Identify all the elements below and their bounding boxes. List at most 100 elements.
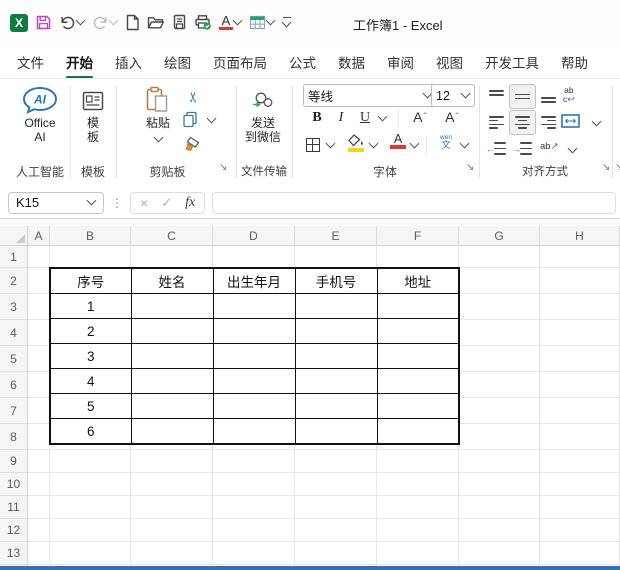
cell-A7[interactable]: [28, 398, 50, 424]
cell-B1[interactable]: [50, 246, 131, 268]
formula-bar-handle-icon[interactable]: ⋮: [111, 196, 123, 210]
clipboard-dialog-launcher-icon[interactable]: ↘: [219, 163, 227, 173]
table-cell-r5c1[interactable]: [130, 343, 214, 369]
cell-H10[interactable]: [540, 473, 620, 496]
table-header-2[interactable]: 出生年月: [212, 267, 296, 294]
cell-A10[interactable]: [28, 473, 50, 496]
redo-dropdown-icon[interactable]: [108, 15, 119, 26]
table-header-4[interactable]: 地址: [376, 267, 460, 294]
row-header-6[interactable]: 6: [0, 372, 28, 398]
cell-G6[interactable]: [459, 372, 540, 398]
align-right-button[interactable]: [541, 116, 556, 129]
save-icon[interactable]: [35, 12, 52, 34]
menu-tab-4[interactable]: 页面布局: [213, 52, 267, 72]
align-top-button[interactable]: [489, 90, 504, 103]
cell-B13[interactable]: [50, 542, 131, 565]
row-header-13[interactable]: 13: [0, 542, 28, 565]
table-header-3[interactable]: 手机号: [294, 267, 378, 294]
cell-A2[interactable]: [28, 268, 50, 294]
cell-H9[interactable]: [540, 450, 620, 473]
table-cell-r7c0[interactable]: 5: [49, 393, 132, 419]
cell-E10[interactable]: [295, 473, 377, 496]
table-cell-r4c3[interactable]: [294, 318, 378, 344]
cell-E13[interactable]: [295, 542, 377, 565]
table-style-dropdown-icon[interactable]: [265, 15, 276, 26]
cell-C9[interactable]: [131, 450, 213, 473]
wrap-text-button[interactable]: ab c↩: [563, 86, 575, 104]
table-cell-r6c2[interactable]: [212, 368, 296, 394]
cell-B10[interactable]: [50, 473, 131, 496]
cell-G3[interactable]: [459, 294, 540, 320]
copy-icon[interactable]: [181, 110, 199, 128]
menu-tab-3[interactable]: 绘图: [164, 52, 191, 72]
table-cell-r5c2[interactable]: [212, 343, 296, 369]
quick-print-icon[interactable]: [194, 12, 212, 34]
cell-A4[interactable]: [28, 320, 50, 346]
cell-H6[interactable]: [540, 372, 620, 398]
increase-indent-button[interactable]: →: [512, 142, 532, 155]
row-header-11[interactable]: 11: [0, 496, 28, 519]
table-cell-r3c2[interactable]: [212, 293, 296, 319]
format-painter-icon[interactable]: [183, 135, 201, 153]
table-cell-r8c2[interactable]: [212, 418, 296, 445]
cell-C12[interactable]: [131, 519, 213, 542]
underline-button[interactable]: U: [360, 110, 370, 126]
menu-tab-5[interactable]: 公式: [289, 52, 316, 72]
new-file-icon[interactable]: [125, 12, 140, 34]
open-folder-icon[interactable]: [147, 12, 165, 34]
borders-button[interactable]: [305, 137, 321, 153]
office-ai-button[interactable]: AI Office AI: [12, 85, 68, 144]
table-cell-r7c1[interactable]: [130, 393, 214, 419]
cell-H8[interactable]: [540, 424, 620, 450]
menu-tab-2[interactable]: 插入: [115, 52, 142, 72]
cell-C1[interactable]: [131, 246, 213, 268]
cut-icon[interactable]: ✂: [183, 87, 203, 107]
row-header-9[interactable]: 9: [0, 450, 28, 473]
cell-G9[interactable]: [459, 450, 540, 473]
row-header-3[interactable]: 3: [0, 294, 28, 320]
cell-H1[interactable]: [540, 246, 620, 268]
shrink-font-button[interactable]: A ˇ: [440, 106, 464, 128]
fill-color-dropdown-icon[interactable]: [368, 138, 379, 149]
menu-tab-8[interactable]: 视图: [436, 52, 463, 72]
table-cell-r3c4[interactable]: [376, 293, 460, 319]
menu-tab-7[interactable]: 审阅: [387, 52, 414, 72]
cell-D1[interactable]: [213, 246, 295, 268]
phonetic-button[interactable]: wén 文: [436, 134, 456, 151]
table-cell-r3c0[interactable]: 1: [49, 293, 132, 319]
name-box[interactable]: K15: [8, 191, 104, 214]
row-header-4[interactable]: 4: [0, 320, 28, 346]
table-cell-r4c4[interactable]: [376, 318, 460, 344]
grow-font-button[interactable]: A ˆ: [408, 106, 432, 128]
enter-button[interactable]: ✓: [161, 195, 172, 211]
undo-button[interactable]: [59, 12, 86, 34]
font-size-select[interactable]: 12: [431, 84, 475, 107]
row-header-1[interactable]: 1: [0, 246, 28, 268]
cell-G8[interactable]: [459, 424, 540, 450]
cell-G7[interactable]: [459, 398, 540, 424]
column-header-F[interactable]: F: [377, 226, 459, 246]
table-cell-r3c3[interactable]: [294, 293, 378, 319]
table-cell-r8c1[interactable]: [130, 418, 214, 445]
copy-dropdown-icon[interactable]: [206, 113, 217, 124]
alignment-dialog-launcher-icon[interactable]: ↘: [602, 163, 610, 173]
cell-B11[interactable]: [50, 496, 131, 519]
font-color-dropdown-icon[interactable]: [232, 15, 243, 26]
column-header-H[interactable]: H: [540, 226, 620, 246]
cell-A1[interactable]: [28, 246, 50, 268]
menu-tab-9[interactable]: 开发工具: [485, 52, 539, 72]
table-cell-r5c4[interactable]: [376, 343, 460, 369]
borders-dropdown-icon[interactable]: [325, 138, 336, 149]
font-dialog-launcher-icon[interactable]: ↘: [466, 163, 474, 173]
merge-center-button[interactable]: [561, 114, 580, 128]
cancel-button[interactable]: ×: [140, 195, 148, 211]
print-preview-icon[interactable]: [172, 12, 187, 34]
cell-G4[interactable]: [459, 320, 540, 346]
cell-B9[interactable]: [50, 450, 131, 473]
menu-tab-1[interactable]: 开始: [66, 52, 93, 79]
cell-H11[interactable]: [540, 496, 620, 519]
bold-button[interactable]: B: [308, 108, 326, 128]
table-cell-r5c3[interactable]: [294, 343, 378, 369]
cell-G13[interactable]: [459, 542, 540, 565]
cell-F11[interactable]: [377, 496, 459, 519]
